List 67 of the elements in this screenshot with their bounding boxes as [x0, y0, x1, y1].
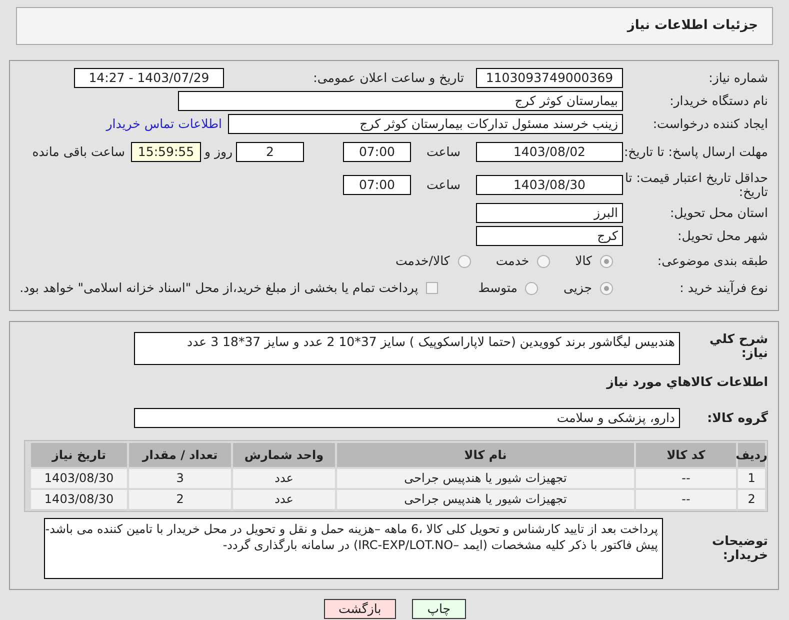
radio-label: متوسط [478, 278, 518, 297]
text-field[interactable]: 2 [236, 142, 304, 162]
field-label: طبقه بندی موضوعی: [656, 254, 768, 268]
radio-label: جزیی [563, 278, 592, 297]
table-cell: تجهیزات شیور یا هندپیس جراحی [337, 468, 634, 488]
text-field[interactable]: دارو، پزشکی و سلامت [134, 408, 680, 428]
table-cell: 1403/08/30 [31, 468, 127, 488]
text-field[interactable]: 07:00 [343, 142, 411, 162]
buyer-notes-textarea[interactable]: پرداخت بعد از تایید کارشناس و تحویل کلی کالا ،6 ماهه –هزینه حمل و نقل و تحویل در محل خریدار با تامین کننده می باشد- پیش فاکتور با ذکر کلیه مشخصات (ایمد –IRC-EXP/LOT.NO) در سامانه بارگذاری گردد- [44, 518, 663, 579]
description-textarea[interactable]: هندبیس لیگاشور برند کوویدین (حتما لاپاراسکوپیک ) سایز 37*10 2 عدد و سایز 37*18 3 عدد [134, 332, 680, 365]
radio-label: کالا/خدمت [395, 252, 450, 270]
table-cell: تجهیزات شیور یا هندپیس جراحی [337, 490, 634, 509]
days-label: روز و [203, 142, 234, 161]
table-cell: 2 [129, 490, 231, 509]
radio-button[interactable] [600, 282, 613, 294]
text-field[interactable]: بیمارستان کوثر کرج [178, 91, 623, 111]
time-label: ساعت [425, 176, 462, 194]
field-label: حداقل تاریخ اعتبار قیمت: تا تاریخ: [624, 171, 768, 199]
column-header: تعداد / مقدار [129, 442, 231, 467]
radio-label: کالا [575, 252, 592, 270]
table-cell: 3 [129, 468, 231, 488]
section-heading: اطلاعات کالاهاي مورد نياز [605, 373, 768, 391]
field-label: شرح کلي نياز: [708, 332, 768, 360]
countdown-field[interactable]: 15:59:55 [131, 142, 201, 162]
radio-button[interactable] [537, 254, 550, 268]
text-field[interactable]: 1403/08/30 [476, 175, 623, 195]
field-label: شماره نیاز: [708, 71, 768, 85]
table-cell: 1403/08/30 [31, 490, 127, 509]
field-label: تاریخ و ساعت اعلان عمومی: [312, 71, 464, 85]
table-cell: عدد [233, 490, 335, 509]
table-cell: -- [636, 490, 736, 509]
text-field[interactable]: 1103093749000369 [476, 68, 623, 88]
table-cell: -- [636, 468, 736, 488]
text-field[interactable]: زینب خرسند مسئول تدارکات بیمارستان کوثر کرج [228, 114, 623, 134]
column-header: کد کالا [636, 442, 736, 467]
text-field[interactable]: 07:00 [343, 175, 411, 195]
checkbox[interactable] [426, 282, 438, 294]
radio-button[interactable] [458, 254, 471, 268]
field-label: ایجاد کننده درخواست: [652, 117, 768, 131]
radio-label: خدمت [496, 252, 530, 270]
text-field[interactable]: 1403/08/02 [476, 142, 623, 162]
column-header: تاریخ نیاز [31, 442, 127, 467]
back-button[interactable]: بازگشت [324, 598, 396, 619]
checkbox-label: پرداخت تمام یا بخشی از مبلغ خرید،از محل "اسناد خزانه اسلامی" خواهد بود. [20, 278, 418, 297]
buyer-contact-link[interactable]: اطلاعات تماس خریدار [106, 114, 222, 134]
column-header: واحد شمارش [233, 442, 335, 467]
field-label: شهر محل تحویل: [676, 229, 768, 243]
field-label: نام دستگاه خریدار: [668, 94, 768, 108]
page-title: جزئیات اطلاعات نیاز [627, 17, 758, 36]
time-label: ساعت [425, 142, 462, 161]
field-label: گروه کالا: [706, 410, 768, 425]
text-field[interactable]: 1403/07/29 - 14:27 [74, 68, 224, 88]
print-button[interactable]: چاپ [412, 598, 466, 619]
field-label: مهلت ارسال پاسخ: تا تاریخ: [623, 145, 768, 159]
radio-button[interactable] [525, 282, 538, 294]
field-label: استان محل تحویل: [668, 206, 768, 220]
text-field[interactable]: البرز [476, 203, 623, 223]
field-label: نوع فرآیند خرید : [678, 281, 768, 295]
field-label: توضیحات خریدار: [711, 534, 768, 562]
table-cell: عدد [233, 468, 335, 488]
radio-button[interactable] [600, 254, 613, 268]
table-cell: 2 [738, 490, 765, 509]
column-header: نام کالا [337, 442, 634, 467]
column-header: ردیف [738, 442, 765, 467]
text-field[interactable]: کرج [476, 226, 623, 246]
remaining-label: ساعت باقی مانده [32, 142, 125, 161]
table-cell: 1 [738, 468, 765, 488]
